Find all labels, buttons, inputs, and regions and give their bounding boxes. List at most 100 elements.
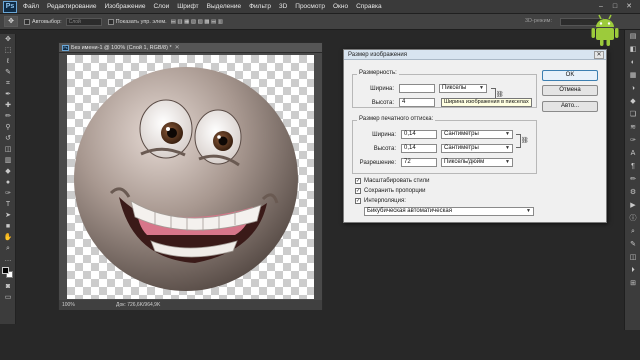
tool-presets-icon[interactable]: ⚙ xyxy=(625,186,640,199)
menu-filter[interactable]: Фильтр xyxy=(249,3,271,10)
history-panel-icon[interactable]: ▤ xyxy=(625,30,640,43)
cancel-button[interactable]: Отмена xyxy=(542,85,598,96)
history-brush-icon[interactable]: ↺ xyxy=(0,133,16,144)
path-select-icon[interactable]: ➤ xyxy=(0,210,16,221)
image-size-dialog: Размер изображения ✕ Размерность: Ширина… xyxy=(343,49,607,223)
width-label: Ширина: xyxy=(370,86,394,92)
width-unit-value: Пикселы xyxy=(442,85,467,91)
move-tool-icon[interactable]: ✥ xyxy=(4,16,18,27)
menu-edit[interactable]: Редактирование xyxy=(47,3,97,10)
eraser-icon[interactable]: ◫ xyxy=(0,144,16,155)
move-icon[interactable]: ✥ xyxy=(0,34,16,45)
shape-icon[interactable]: ■ xyxy=(0,221,16,232)
width-field[interactable] xyxy=(399,84,435,93)
close-document-icon[interactable]: ✕ xyxy=(175,44,180,51)
constrain-proportions-checkbox[interactable]: ✓ xyxy=(355,188,361,194)
lasso-icon[interactable]: ℓ xyxy=(0,56,16,67)
character-panel-icon[interactable]: A xyxy=(625,147,640,160)
menu-image[interactable]: Изображение xyxy=(105,3,146,10)
print-width-unit-select[interactable]: Сантиметры ▼ xyxy=(441,130,513,139)
document-size: Док: 726,6K/964,9K xyxy=(116,302,161,308)
resample-method-select[interactable]: Бикубическая автоматическая ▼ xyxy=(364,207,534,216)
tools-panel: ✥ ⬚ ℓ ✎ ⌗ ✒ ✚ ✏ ⚲ ↺ ◫ ▥ ◆ ● ✑ T ➤ ■ ✋ ⌕ … xyxy=(0,34,16,324)
print-height-field[interactable]: 0,14 xyxy=(401,144,437,153)
document-tab[interactable]: Ps Без имени-1 @ 100% (Слой 1, RGB/8) * … xyxy=(59,43,322,53)
more-tools-icon[interactable]: … xyxy=(0,254,16,265)
timeline-panel-icon[interactable]: ⏵ xyxy=(625,264,640,277)
ok-button[interactable]: OK xyxy=(542,70,598,81)
print-height-unit-select[interactable]: Сантиметры ▼ xyxy=(441,144,513,153)
minimize-icon[interactable]: – xyxy=(596,2,606,11)
print-width-field[interactable]: 0,14 xyxy=(401,130,437,139)
styles-panel-icon[interactable]: ◆ xyxy=(625,95,640,108)
resample-label: Интерполяция: xyxy=(364,198,406,204)
dropdown-arrow-icon: ▼ xyxy=(479,85,484,91)
pen-icon[interactable]: ✑ xyxy=(0,188,16,199)
show-transform-checkbox[interactable] xyxy=(107,18,114,25)
type-icon[interactable]: T xyxy=(0,199,16,210)
resolution-field[interactable]: 72 xyxy=(401,158,437,167)
info-panel-icon[interactable]: ⓘ xyxy=(625,212,640,225)
document-window: Ps Без имени-1 @ 100% (Слой 1, RGB/8) * … xyxy=(58,42,323,310)
hand-icon[interactable]: ✋ xyxy=(0,232,16,243)
scale-styles-checkbox[interactable]: ✓ xyxy=(355,178,361,184)
menu-file[interactable]: Файл xyxy=(23,3,39,10)
autoselect-dropdown[interactable]: Слой xyxy=(65,17,102,26)
menu-layers[interactable]: Слои xyxy=(153,3,169,10)
swatches-panel-icon[interactable]: ▦ xyxy=(625,69,640,82)
menu-type[interactable]: Шрифт xyxy=(177,3,198,10)
foreground-color-swatch[interactable] xyxy=(2,267,9,274)
brush-panel-icon[interactable]: ✏ xyxy=(625,173,640,186)
dropdown-arrow-icon: ▼ xyxy=(505,145,510,151)
measurement-panel-icon[interactable]: ⊞ xyxy=(625,277,640,290)
menu-window[interactable]: Окно xyxy=(333,3,348,10)
width-unit-select[interactable]: Пикселы ▼ xyxy=(439,84,487,93)
adjustments-panel-icon[interactable]: ◑ xyxy=(625,82,640,95)
healing-icon[interactable]: ✚ xyxy=(0,100,16,111)
print-height-unit-value: Сантиметры xyxy=(444,145,479,151)
properties-panel-icon[interactable]: ◧ xyxy=(625,43,640,56)
document-title: Без имени-1 @ 100% (Слой 1, RGB/8) * xyxy=(71,44,172,51)
dialog-close-icon[interactable]: ✕ xyxy=(594,51,604,59)
quick-mask-icon[interactable]: ◙ xyxy=(0,281,16,292)
gradient-icon[interactable]: ▥ xyxy=(0,155,16,166)
menu-bar: Ps Файл Редактирование Изображение Слои … xyxy=(0,0,640,14)
channels-panel-icon[interactable]: ≋ xyxy=(625,121,640,134)
layers-panel-icon[interactable]: ❏ xyxy=(625,108,640,121)
zoom-level[interactable]: 100% xyxy=(62,302,102,308)
resolution-unit-value: Пиксель/дюйм xyxy=(444,159,485,165)
notes-panel-icon[interactable]: ✎ xyxy=(625,238,640,251)
layer-comps-icon[interactable]: ◫ xyxy=(625,251,640,264)
brush-icon[interactable]: ✏ xyxy=(0,111,16,122)
stamp-icon[interactable]: ⚲ xyxy=(0,122,16,133)
screen-mode-icon[interactable]: ▭ xyxy=(0,292,16,303)
menu-help[interactable]: Справка xyxy=(356,3,382,10)
menu-select[interactable]: Выделение xyxy=(207,3,241,10)
paths-panel-icon[interactable]: ✑ xyxy=(625,134,640,147)
actions-panel-icon[interactable]: ▶ xyxy=(625,199,640,212)
quick-select-icon[interactable]: ✎ xyxy=(0,67,16,78)
paragraph-panel-icon[interactable]: ¶ xyxy=(625,160,640,173)
autoselect-checkbox[interactable] xyxy=(24,18,30,25)
dropdown-arrow-icon: ▼ xyxy=(526,208,531,214)
resolution-unit-select[interactable]: Пиксель/дюйм ▼ xyxy=(441,158,513,167)
menu-view[interactable]: Просмотр xyxy=(295,3,325,10)
color-swatches[interactable] xyxy=(0,265,16,281)
image-canvas[interactable] xyxy=(67,55,314,299)
color-panel-icon[interactable]: ◐ xyxy=(625,56,640,69)
zoom-icon[interactable]: ⌕ xyxy=(0,243,16,254)
resample-checkbox[interactable]: ✓ xyxy=(355,198,361,204)
navigator-panel-icon[interactable]: ⌕ xyxy=(625,225,640,238)
dodge-icon[interactable]: ● xyxy=(0,177,16,188)
height-field[interactable]: 4 xyxy=(399,98,435,107)
blur-icon[interactable]: ◆ xyxy=(0,166,16,177)
align-icons[interactable]: ▤ ▥ ▦ ▧ ▨ ▩ ▤ ▥ xyxy=(171,19,223,25)
close-window-icon[interactable]: ✕ xyxy=(624,2,634,11)
marquee-icon[interactable]: ⬚ xyxy=(0,45,16,56)
eyedropper-icon[interactable]: ✒ xyxy=(0,89,16,100)
auto-button[interactable]: Авто... xyxy=(542,101,598,112)
maximize-icon[interactable]: □ xyxy=(610,2,620,11)
chain-link-icon: ⛓ xyxy=(496,92,504,98)
crop-icon[interactable]: ⌗ xyxy=(0,78,16,89)
menu-3d[interactable]: 3D xyxy=(279,3,287,10)
